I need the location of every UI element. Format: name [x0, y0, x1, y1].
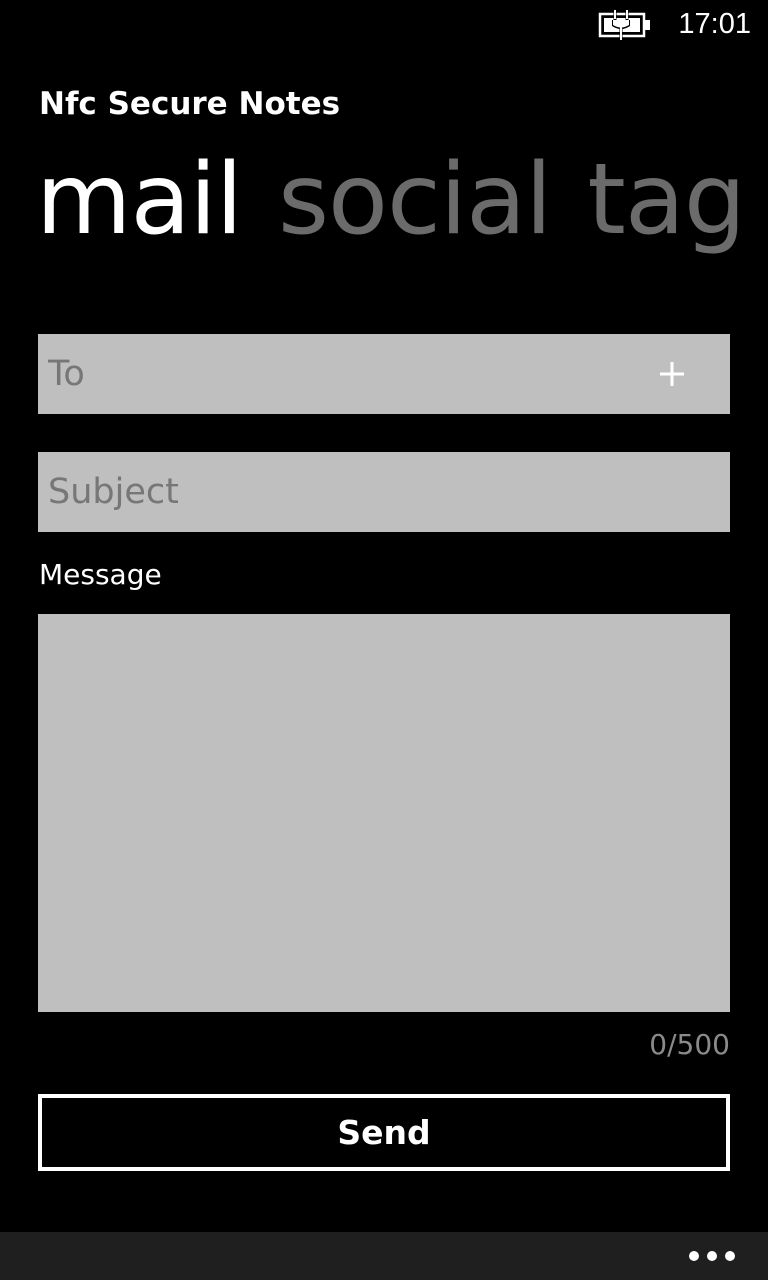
battery-charging-icon [598, 10, 650, 40]
message-label: Message [39, 558, 162, 591]
message-textarea[interactable] [38, 614, 730, 1012]
app-title: Nfc Secure Notes [39, 86, 341, 122]
pivot-tab-tag[interactable]: tag [587, 140, 746, 260]
subject-field-container [38, 452, 730, 532]
pivot-header: mail social tag [36, 140, 768, 270]
pivot-tab-social[interactable]: social [278, 140, 552, 260]
ellipsis-icon[interactable] [686, 1242, 738, 1270]
pivot-tab-mail[interactable]: mail [36, 140, 243, 260]
send-button[interactable]: Send [38, 1094, 730, 1171]
plus-icon[interactable] [650, 352, 694, 396]
clock: 17:01 [678, 8, 751, 40]
to-field-container [38, 334, 730, 414]
to-input[interactable] [38, 334, 608, 414]
subject-input[interactable] [38, 452, 608, 532]
application-bar [0, 1232, 768, 1280]
char-counter: 0/500 [649, 1028, 730, 1061]
status-bar: 17:01 [0, 0, 768, 50]
